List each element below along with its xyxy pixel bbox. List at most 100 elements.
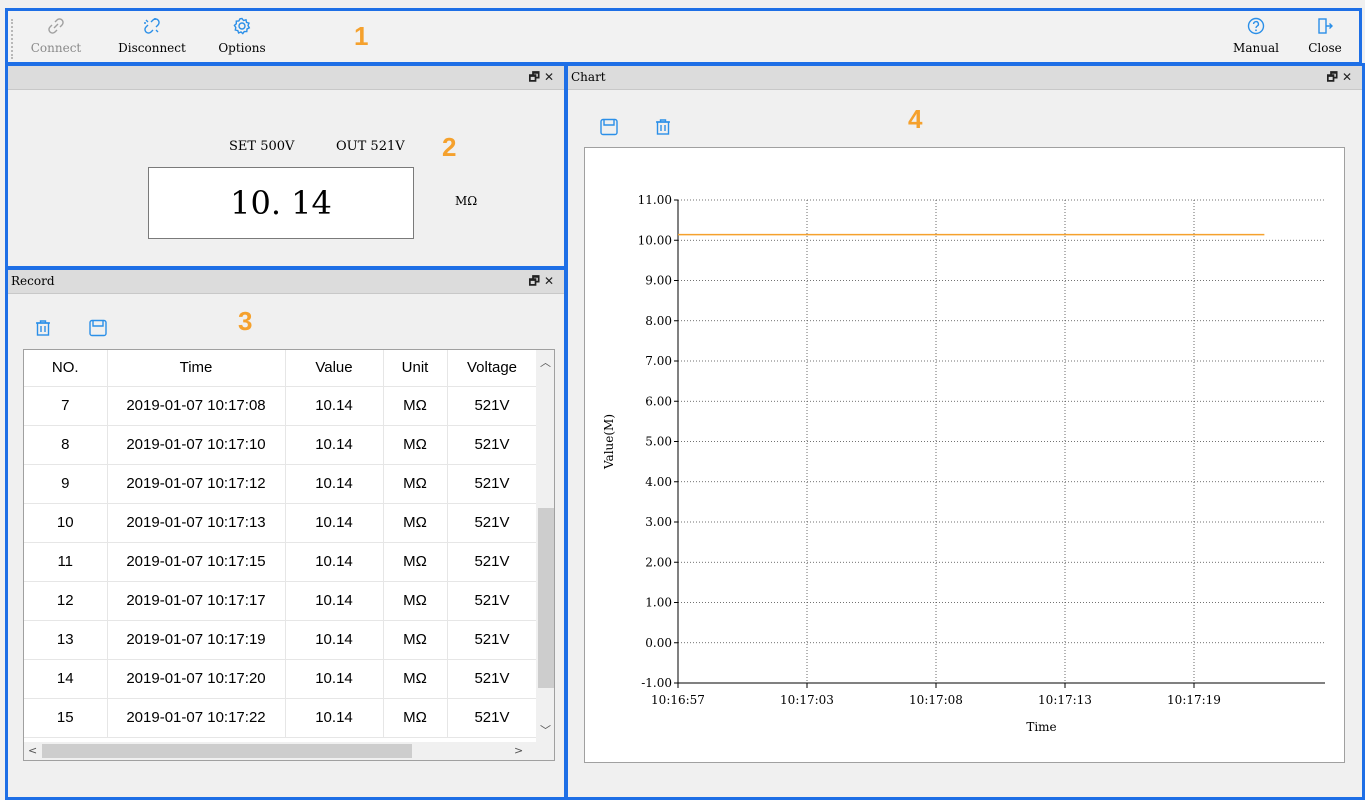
x-tick-label: 10:17:03 (780, 693, 834, 707)
close-button[interactable]: Close (1302, 17, 1348, 55)
clear-chart-button[interactable] (654, 118, 672, 140)
cell-time: 2019-01-07 10:17:10 (107, 425, 286, 465)
cell-unit: MΩ (383, 698, 448, 738)
gear-icon (233, 17, 251, 35)
table-row[interactable]: 11 2019-01-07 10:17:15 10.14 MΩ 521V (24, 542, 538, 582)
cell-unit: MΩ (383, 542, 448, 582)
save-records-button[interactable] (88, 319, 108, 341)
callout-3: 3 (238, 306, 253, 336)
column-header-no[interactable]: NO. (24, 350, 108, 387)
column-header-unit[interactable]: Unit (383, 350, 448, 387)
cell-time: 2019-01-07 10:17:08 (107, 386, 286, 426)
table-row[interactable]: 14 2019-01-07 10:17:20 10.14 MΩ 521V (24, 659, 538, 699)
x-tick-label: 10:16:57 (651, 693, 705, 707)
cell-no: 7 (24, 386, 108, 426)
cell-value: 10.14 (285, 503, 384, 543)
table-row[interactable]: 8 2019-01-07 10:17:10 10.14 MΩ 521V (24, 425, 538, 465)
close-label: Close (1308, 41, 1342, 55)
x-axis-label: Time (1026, 720, 1056, 734)
vertical-scroll-thumb[interactable] (538, 508, 554, 688)
trash-icon (656, 119, 670, 135)
connect-button[interactable]: Connect (26, 17, 86, 55)
float-icon[interactable]: 🗗 (529, 274, 544, 288)
cell-no: 9 (24, 464, 108, 504)
toolbar-grip[interactable] (11, 19, 14, 59)
float-icon[interactable]: 🗗 (1327, 70, 1342, 84)
close-icon[interactable]: ✕ (544, 274, 558, 288)
scroll-up-icon[interactable]: ︿ (540, 354, 551, 370)
cell-voltage: 521V (447, 503, 538, 543)
horizontal-scroll-thumb[interactable] (42, 744, 412, 758)
disconnect-button[interactable]: Disconnect (106, 17, 198, 55)
toolbar: Connect Disconnect Options 1 Manual Clos… (5, 8, 1362, 65)
chart-plot-area: 11.00 10.00 9.00 8.00 7.00 6.00 5.00 4.00 3.00 2.… (584, 147, 1345, 763)
line-chart: 11.00 10.00 9.00 8.00 7.00 6.00 5.00 4.00 3.00 2.… (602, 193, 1325, 734)
y-axis-label: Value(M) (602, 414, 616, 470)
output-voltage: OUT 521V (336, 139, 405, 154)
save-icon (600, 118, 618, 136)
cell-no: 10 (24, 503, 108, 543)
cell-unit: MΩ (383, 386, 448, 426)
cell-no: 15 (24, 698, 108, 738)
cell-time: 2019-01-07 10:17:17 (107, 581, 286, 621)
close-icon[interactable]: ✕ (1342, 70, 1356, 84)
cell-value: 10.14 (285, 659, 384, 699)
y-tick-label: 4.00 (645, 475, 672, 489)
options-label: Options (218, 41, 266, 55)
disconnect-label: Disconnect (118, 41, 186, 55)
cell-unit: MΩ (383, 581, 448, 621)
scroll-left-icon[interactable]: < (28, 744, 37, 757)
cell-no: 11 (24, 542, 108, 582)
save-icon (89, 319, 107, 337)
y-tick-label: 11.00 (638, 193, 672, 207)
table-row[interactable]: 10 2019-01-07 10:17:13 10.14 MΩ 521V (24, 503, 538, 543)
measurement-panel: 🗗✕ SET 500V OUT 521V 2 10. 14 MΩ (5, 63, 567, 269)
float-icon[interactable]: 🗗 (529, 70, 544, 84)
y-tick-label: 10.00 (638, 233, 672, 247)
reading-display: 10. 14 (148, 167, 414, 239)
y-tick-label: 6.00 (645, 394, 672, 408)
reading-value: 10. 14 (230, 184, 332, 222)
table-row[interactable]: 7 2019-01-07 10:17:08 10.14 MΩ 521V (24, 386, 538, 426)
callout-2: 2 (442, 132, 457, 162)
table-row[interactable]: 15 2019-01-07 10:17:22 10.14 MΩ 521V (24, 698, 538, 738)
column-header-voltage[interactable]: Voltage (447, 350, 538, 387)
y-tick-label: 2.00 (645, 555, 672, 569)
record-title: Record (11, 274, 55, 288)
column-header-time[interactable]: Time (107, 350, 286, 387)
close-icon[interactable]: ✕ (544, 70, 558, 84)
cell-value: 10.14 (285, 464, 384, 504)
manual-button[interactable]: Manual (1228, 17, 1284, 55)
x-tick-label: 10:17:13 (1038, 693, 1092, 707)
manual-label: Manual (1233, 41, 1279, 55)
table-row[interactable]: 9 2019-01-07 10:17:12 10.14 MΩ 521V (24, 464, 538, 504)
panel-buttons: 🗗✕ (529, 270, 558, 292)
horizontal-scrollbar[interactable]: < > (24, 742, 554, 760)
options-button[interactable]: Options (211, 17, 273, 55)
reading-unit: MΩ (455, 194, 478, 208)
y-tick-label: -1.00 (641, 676, 672, 690)
cell-value: 10.14 (285, 620, 384, 660)
record-panel: Record 🗗✕ 3 NO. Time Value Unit Voltage … (5, 267, 567, 800)
cell-time: 2019-01-07 10:17:19 (107, 620, 286, 660)
cell-time: 2019-01-07 10:17:20 (107, 659, 286, 699)
exit-icon (1318, 18, 1333, 34)
cell-voltage: 521V (447, 620, 538, 660)
table-row[interactable]: 12 2019-01-07 10:17:17 10.14 MΩ 521V (24, 581, 538, 621)
panel-buttons: 🗗✕ (529, 66, 558, 88)
vertical-scrollbar[interactable]: ︿ ﹀ (536, 350, 554, 742)
y-tick-label: 9.00 (645, 274, 672, 288)
scroll-right-icon[interactable]: > (514, 744, 523, 757)
measurement-titlebar: 🗗✕ (8, 66, 564, 90)
column-header-value[interactable]: Value (285, 350, 384, 387)
callout-1: 1 (354, 21, 369, 51)
trash-icon (36, 320, 50, 336)
y-tick-label: 7.00 (645, 354, 672, 368)
cell-no: 8 (24, 425, 108, 465)
table-row[interactable]: 13 2019-01-07 10:17:19 10.14 MΩ 521V (24, 620, 538, 660)
cell-voltage: 521V (447, 464, 538, 504)
save-chart-button[interactable] (599, 118, 619, 140)
delete-records-button[interactable] (34, 319, 52, 341)
link-icon (48, 18, 64, 34)
scroll-down-icon[interactable]: ﹀ (540, 722, 551, 738)
